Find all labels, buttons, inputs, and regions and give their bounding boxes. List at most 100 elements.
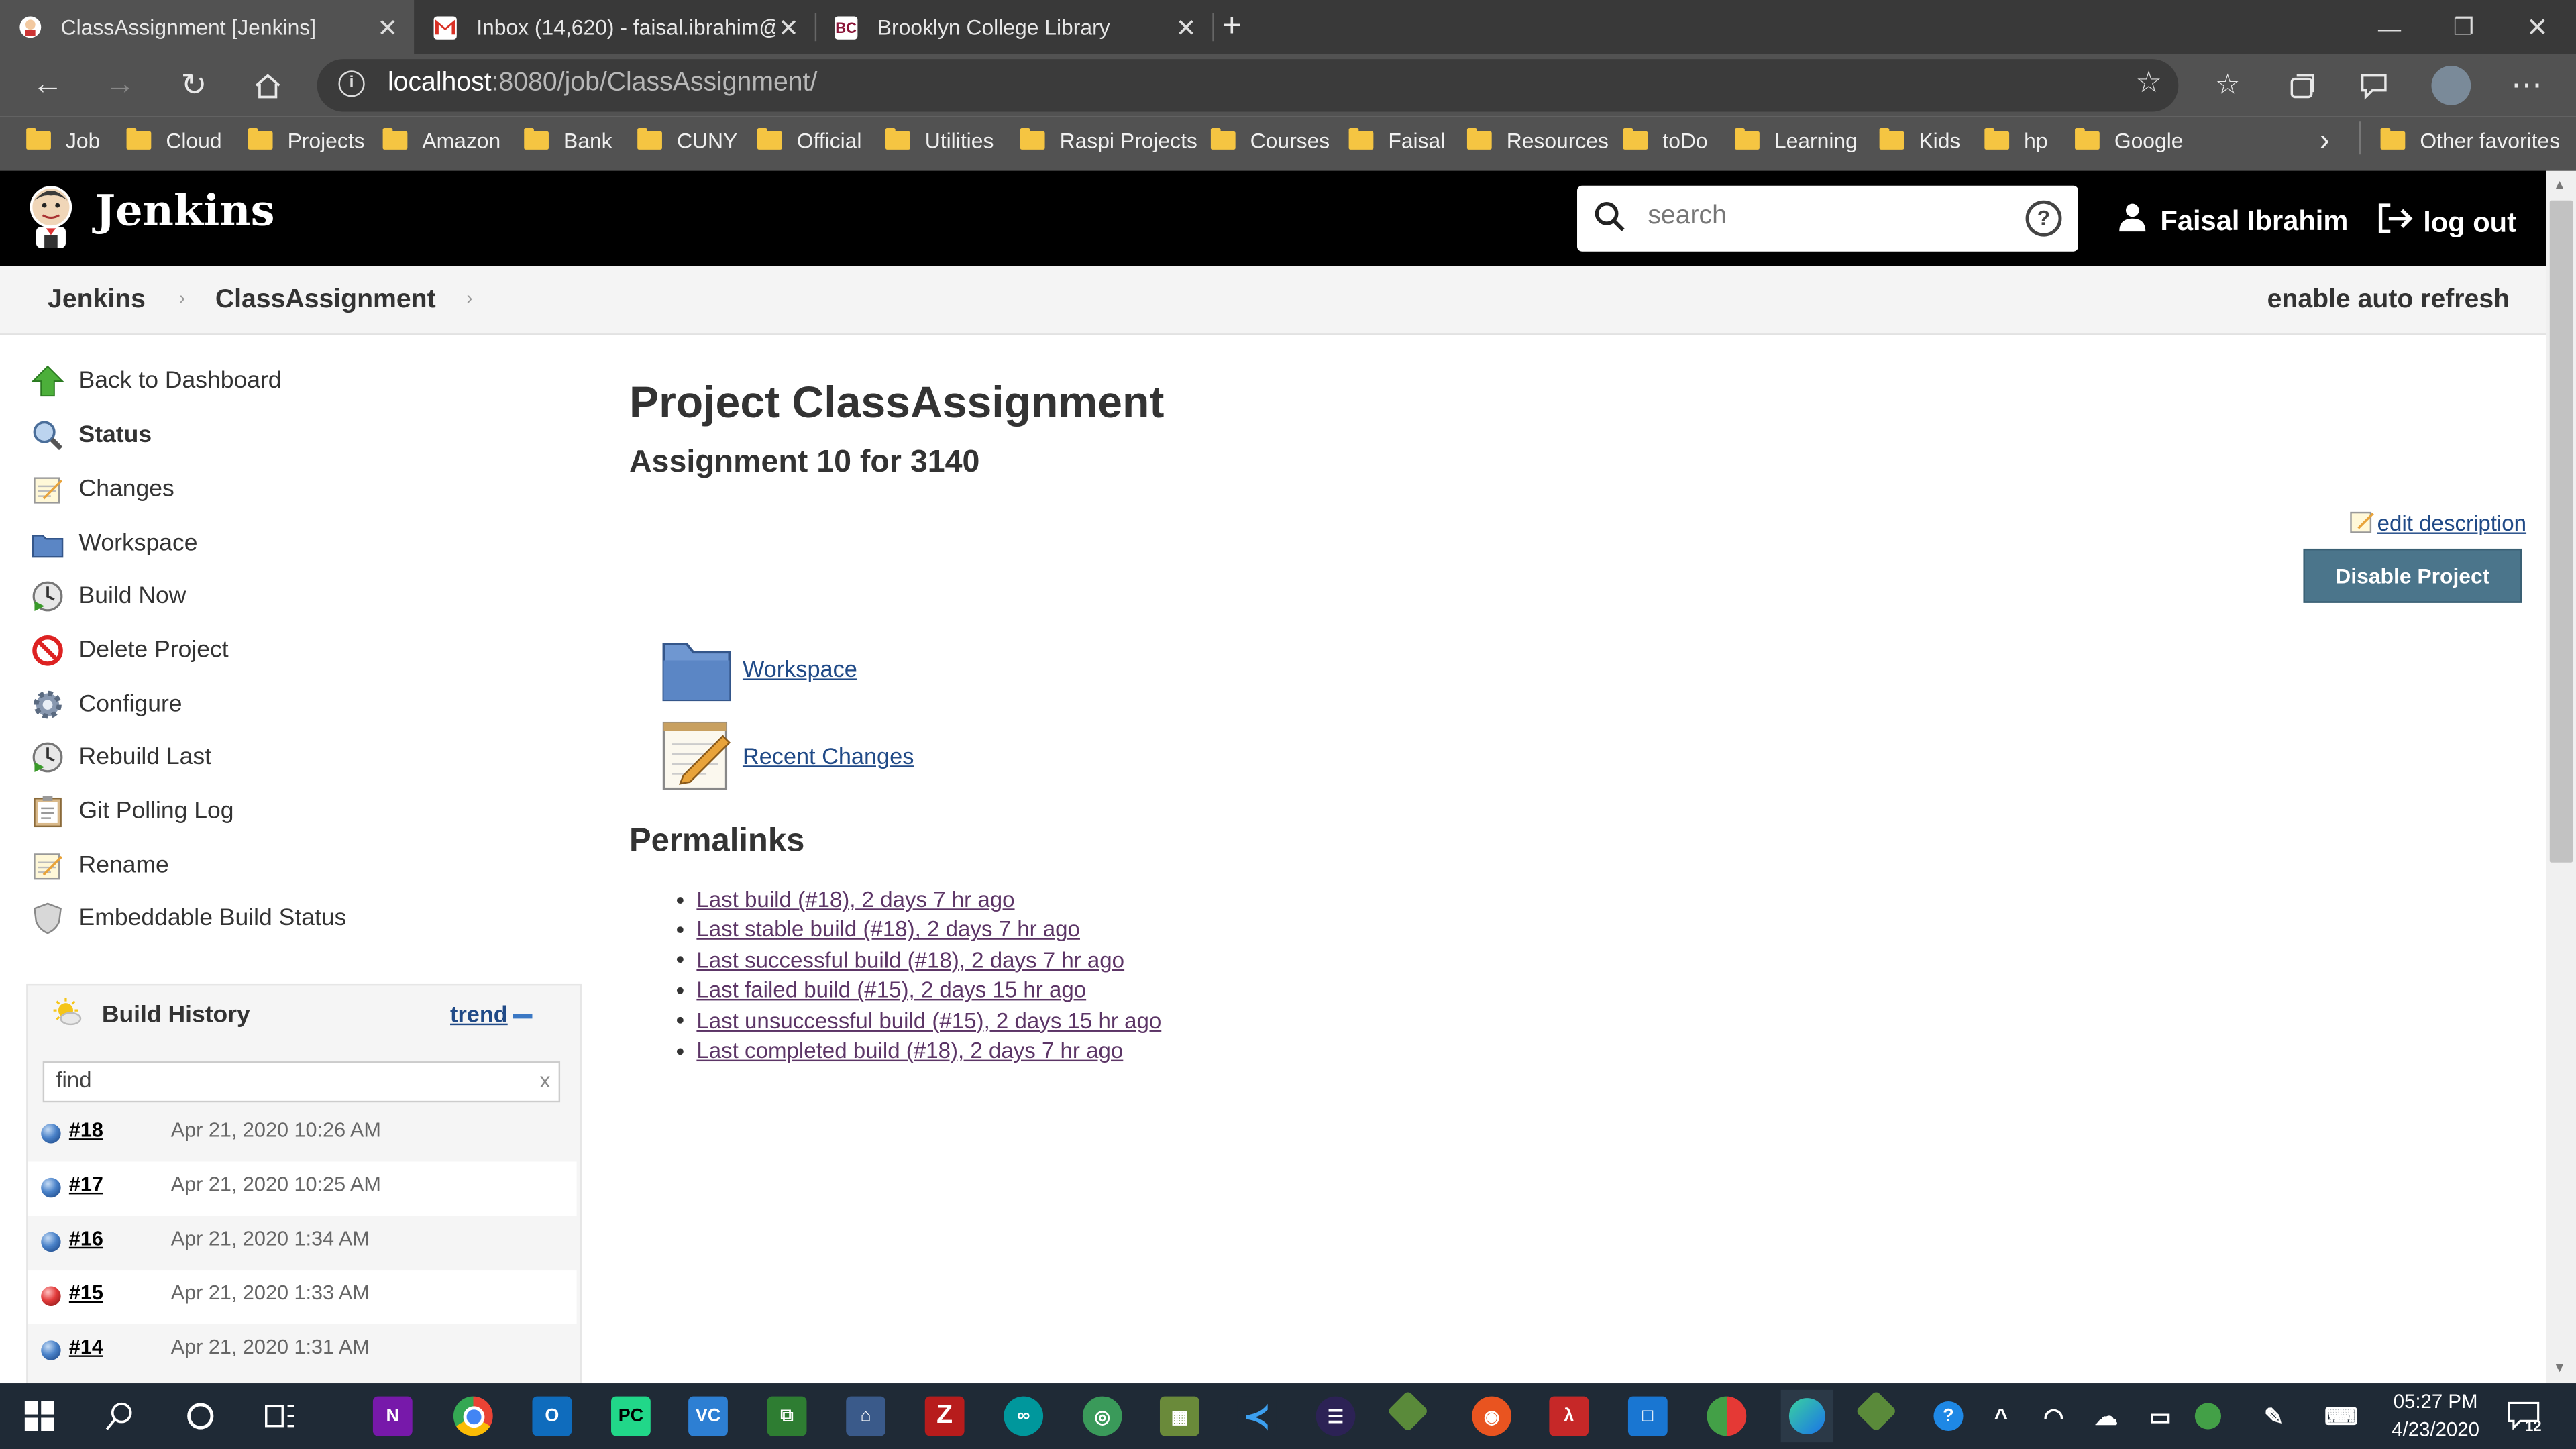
more-bookmarks-icon[interactable]: ›: [2320, 123, 2330, 158]
window-app-icon[interactable]: □: [1627, 1396, 1668, 1436]
bookmark-todo[interactable]: toDo: [1623, 128, 1708, 153]
favorites-icon[interactable]: ☆: [2203, 61, 2252, 110]
chrome-alt-icon[interactable]: [1707, 1396, 1747, 1436]
task-workspace[interactable]: Workspace: [30, 526, 198, 562]
pen-icon[interactable]: ✎: [2254, 1397, 2294, 1436]
trend-collapse-icon[interactable]: [513, 1014, 533, 1019]
logout-link[interactable]: log out: [2377, 202, 2516, 243]
permalink-link[interactable]: Last successful build (#18), 2 days 7 hr…: [696, 948, 1124, 973]
bookmark-other-favorites[interactable]: Other favorites: [2380, 128, 2560, 153]
find-input[interactable]: find x: [42, 1061, 561, 1103]
minimize-icon[interactable]: —: [2353, 0, 2426, 54]
search-box[interactable]: search ?: [1577, 185, 2078, 252]
task-rebuild-last[interactable]: Rebuild Last: [30, 739, 211, 775]
permalink-link[interactable]: Last unsuccessful build (#15), 2 days 15…: [696, 1008, 1161, 1033]
bookmark-amazon[interactable]: Amazon: [382, 128, 500, 153]
task-changes[interactable]: Changes: [30, 472, 174, 508]
search-icon[interactable]: [100, 1397, 140, 1436]
bookmark-kids[interactable]: Kids: [1879, 128, 1960, 153]
bookmark-bank[interactable]: Bank: [524, 128, 612, 153]
eclipse-icon[interactable]: ☰: [1316, 1396, 1356, 1436]
collections-icon[interactable]: [2277, 61, 2326, 110]
close-window-icon[interactable]: ✕: [2500, 0, 2574, 54]
breadcrumb-jenkins[interactable]: Jenkins: [48, 286, 146, 315]
task-delete-project[interactable]: Delete Project: [30, 633, 229, 669]
task-view-icon[interactable]: [261, 1397, 301, 1436]
more-menu-icon[interactable]: ⋯: [2502, 61, 2551, 110]
remote-desktop-icon[interactable]: ⧉: [767, 1396, 807, 1436]
app-tray-icon[interactable]: [2194, 1403, 2222, 1430]
scrollbar-thumb[interactable]: [2549, 200, 2573, 863]
build-status-blue-icon[interactable]: [41, 1232, 61, 1252]
network-app-icon[interactable]: ⌂: [846, 1396, 886, 1436]
build-number-link[interactable]: #18: [69, 1119, 103, 1142]
help-icon[interactable]: ?: [2025, 200, 2062, 237]
chevron-up-icon[interactable]: ^: [1981, 1397, 2021, 1436]
trend-link[interactable]: trend: [450, 1000, 508, 1026]
browser-app-icon[interactable]: ◎: [1082, 1396, 1122, 1436]
breadcrumb-chevron-icon[interactable]: ›: [179, 289, 185, 309]
pycharm-icon[interactable]: PC: [611, 1396, 651, 1436]
workspace-folder-icon[interactable]: [660, 634, 733, 703]
notifications-icon[interactable]: 12: [2504, 1397, 2543, 1436]
permalink-link[interactable]: Last completed build (#18), 2 days 7 hr …: [696, 1038, 1123, 1063]
bookmark-projects[interactable]: Projects: [248, 128, 365, 153]
bookmark-hp[interactable]: hp: [1984, 128, 2048, 153]
jenkins-logo-icon[interactable]: [26, 184, 75, 250]
task-embeddable-build-status[interactable]: Embeddable Build Status: [30, 900, 346, 936]
arduino-icon[interactable]: ∞: [1004, 1396, 1044, 1436]
battery-icon[interactable]: ▭: [2141, 1397, 2180, 1436]
task-status[interactable]: Status: [30, 417, 152, 453]
close-tab-icon[interactable]: ✕: [374, 12, 400, 42]
edge-icon[interactable]: [1780, 1389, 1834, 1443]
bookmark-resources[interactable]: Resources: [1466, 128, 1609, 153]
close-tab-icon[interactable]: ✕: [1173, 12, 1199, 42]
permalink-link[interactable]: Last stable build (#18), 2 days 7 hr ago: [696, 917, 1080, 942]
taskbar-clock[interactable]: 05:27 PM 4/23/2020: [2382, 1388, 2489, 1444]
favorite-star-icon[interactable]: ☆: [2135, 66, 2162, 100]
refresh-icon[interactable]: ↻: [169, 61, 218, 110]
vmware-icon[interactable]: VC: [688, 1396, 728, 1436]
breadcrumb-classassignment[interactable]: ClassAssignment: [215, 286, 436, 315]
scroll-down-icon[interactable]: ▼: [2553, 1360, 2566, 1375]
task-rename[interactable]: Rename: [30, 848, 169, 884]
bookmark-cuny[interactable]: CUNY: [637, 128, 737, 153]
user-link[interactable]: Faisal Ibrahim: [2118, 202, 2348, 239]
task-configure[interactable]: Configure: [30, 687, 182, 723]
build-number-link[interactable]: #16: [69, 1227, 103, 1250]
breadcrumb-chevron-icon[interactable]: ›: [467, 289, 473, 309]
permalink-link[interactable]: Last failed build (#15), 2 days 15 hr ag…: [696, 978, 1086, 1003]
wifi-icon[interactable]: ◠: [2034, 1397, 2074, 1436]
bookmark-faisal[interactable]: Faisal: [1348, 128, 1445, 153]
recent-changes-link[interactable]: Recent Changes: [743, 743, 914, 769]
image-viewer-icon[interactable]: ▦: [1159, 1396, 1199, 1436]
edit-description-link[interactable]: edit description: [2349, 508, 2526, 539]
workspace-link[interactable]: Workspace: [743, 655, 857, 682]
filezilla-icon[interactable]: Z: [924, 1396, 965, 1436]
scroll-up-icon[interactable]: ▲: [2553, 177, 2566, 192]
vscode-icon[interactable]: ≺: [1237, 1396, 1277, 1436]
tab-inbox[interactable]: Inbox (14,620) - faisal.ibrahim@g ✕: [414, 0, 815, 54]
close-tab-icon[interactable]: ✕: [775, 12, 802, 42]
recent-changes-notepad-icon[interactable]: [660, 716, 733, 792]
search-input[interactable]: search: [1648, 202, 1727, 231]
bookmark-official[interactable]: Official: [757, 128, 861, 153]
task-git-polling-log[interactable]: Git Polling Log: [30, 794, 234, 830]
task-build-now[interactable]: Build Now: [30, 578, 186, 614]
new-tab-button[interactable]: +: [1222, 0, 1262, 54]
windows-start-icon[interactable]: [19, 1397, 59, 1436]
outlook-icon[interactable]: O: [532, 1396, 572, 1436]
bookmark-courses[interactable]: Courses: [1210, 128, 1330, 153]
address-bar[interactable]: i localhost:8080/job/ClassAssignment/ ☆: [317, 59, 2179, 112]
back-arrow-icon[interactable]: ←: [23, 61, 72, 110]
clear-find-icon[interactable]: x: [539, 1068, 550, 1093]
onenote-icon[interactable]: N: [372, 1396, 413, 1436]
home-icon[interactable]: [243, 61, 292, 110]
enable-auto-refresh-link[interactable]: enable auto refresh: [2267, 286, 2510, 315]
disable-project-button[interactable]: Disable Project: [2303, 548, 2522, 603]
feedback-icon[interactable]: [2349, 61, 2398, 110]
task-back-to-dashboard[interactable]: Back to Dashboard: [30, 363, 282, 399]
bookmark-job[interactable]: Job: [26, 128, 100, 153]
bookmark-learning[interactable]: Learning: [1735, 128, 1858, 153]
forward-arrow-icon[interactable]: →: [95, 61, 144, 110]
